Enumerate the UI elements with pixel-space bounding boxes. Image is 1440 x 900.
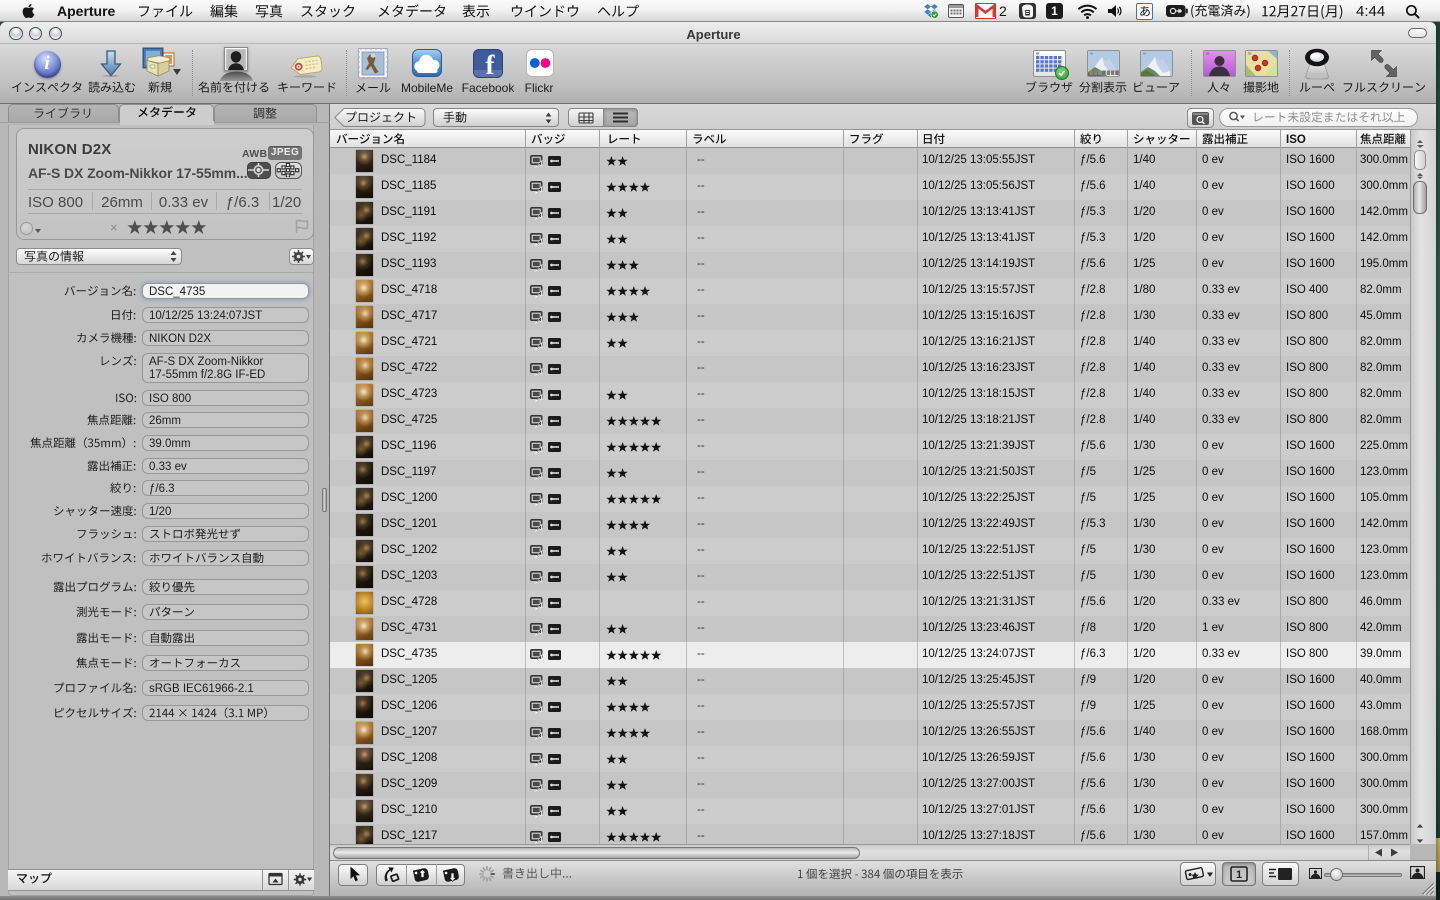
svg-text:1: 1 <box>1236 869 1242 881</box>
